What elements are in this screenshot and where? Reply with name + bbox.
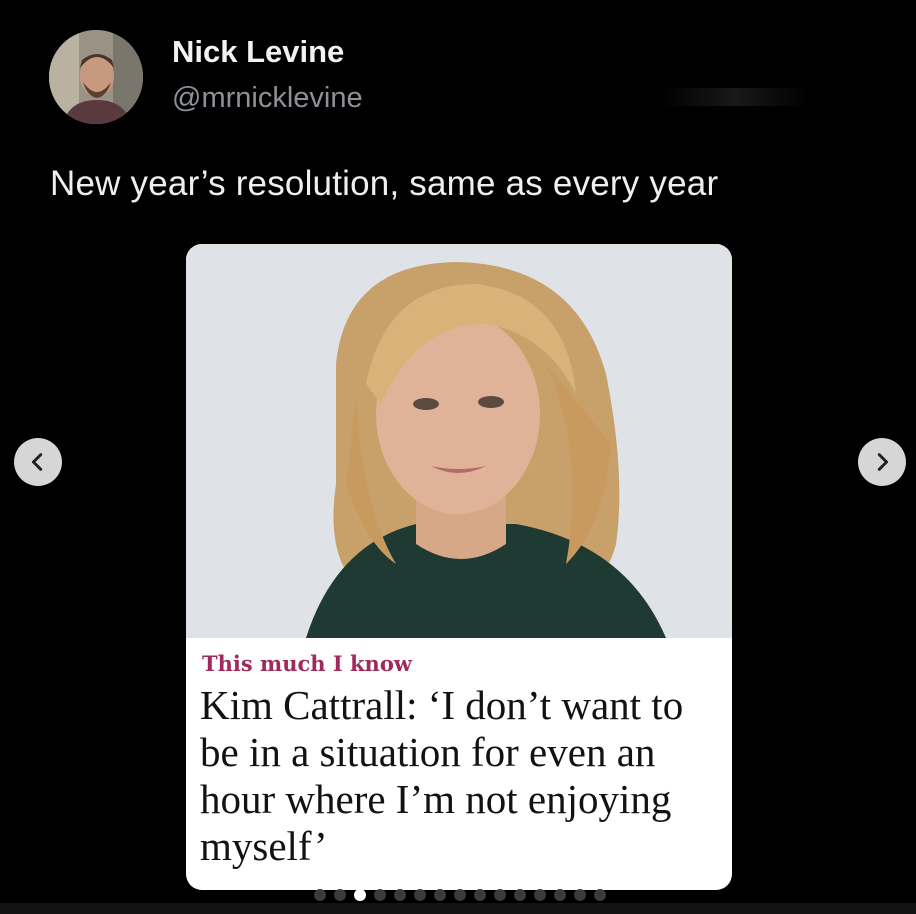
- avatar[interactable]: [49, 30, 143, 124]
- carousel-next-button[interactable]: [858, 438, 906, 486]
- chevron-left-icon: [31, 453, 43, 471]
- bottom-bar: [0, 903, 916, 914]
- tweet-text: New year’s resolution, same as every yea…: [50, 164, 719, 203]
- chevron-right-icon: [877, 453, 889, 471]
- carousel-dot[interactable]: [594, 889, 606, 901]
- author-handle[interactable]: @mrnicklevine: [172, 82, 363, 115]
- avatar-photo: [49, 30, 143, 124]
- carousel-dot[interactable]: [354, 889, 366, 901]
- article-card[interactable]: This much I know Kim Cattrall: ‘I don’t …: [186, 244, 732, 890]
- carousel-dot[interactable]: [574, 889, 586, 901]
- carousel-dot[interactable]: [454, 889, 466, 901]
- carousel-dot[interactable]: [514, 889, 526, 901]
- article-photo: [186, 244, 732, 638]
- carousel-dot[interactable]: [394, 889, 406, 901]
- carousel-dot[interactable]: [374, 889, 386, 901]
- carousel-dot[interactable]: [414, 889, 426, 901]
- article-kicker: This much I know: [202, 651, 412, 676]
- carousel-dot[interactable]: [314, 889, 326, 901]
- carousel-dot[interactable]: [554, 889, 566, 901]
- carousel-dot[interactable]: [434, 889, 446, 901]
- carousel-dot[interactable]: [474, 889, 486, 901]
- carousel-dots: [314, 889, 606, 901]
- author-name[interactable]: Nick Levine: [172, 34, 344, 70]
- carousel-dot[interactable]: [334, 889, 346, 901]
- carousel-prev-button[interactable]: [14, 438, 62, 486]
- carousel-dot[interactable]: [534, 889, 546, 901]
- article-headline: Kim Cattrall: ‘I don’t want to be in a s…: [200, 682, 684, 869]
- faded-overlay: [660, 88, 810, 106]
- carousel-dot[interactable]: [494, 889, 506, 901]
